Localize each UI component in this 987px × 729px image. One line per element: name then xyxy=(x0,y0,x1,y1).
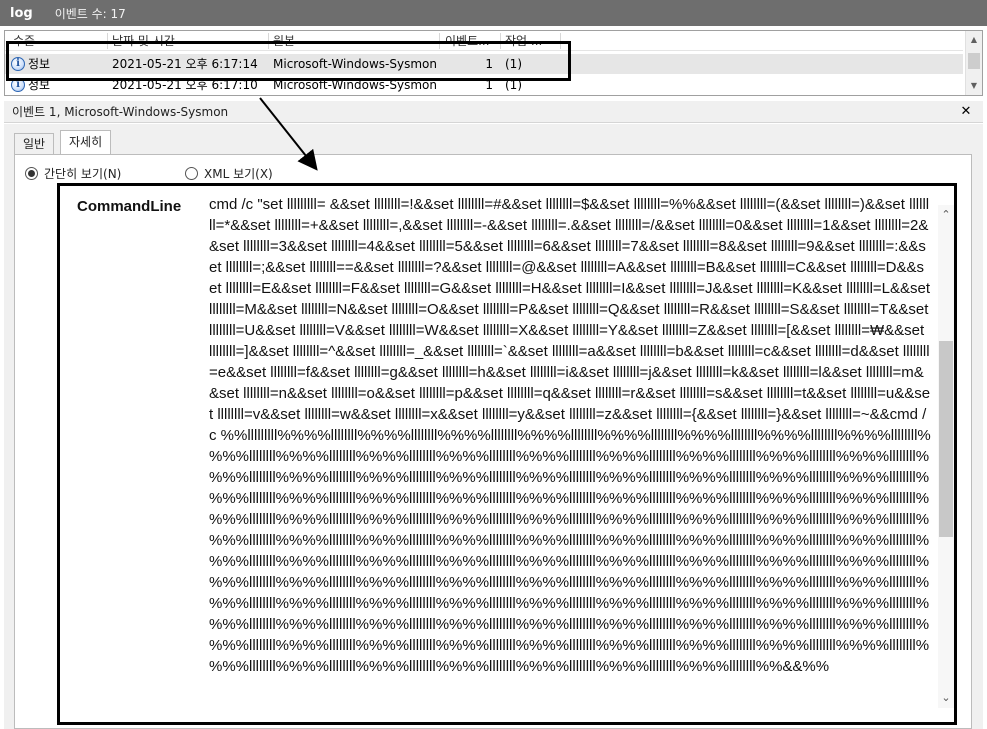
event-list-scrollbar[interactable]: ▲ ▼ xyxy=(965,31,982,95)
xml-view-label: XML 보기(X) xyxy=(204,167,273,181)
friendly-view-label: 간단히 보기(N) xyxy=(44,167,122,181)
annotation-box-commandline xyxy=(57,183,957,725)
xml-view-option[interactable]: XML 보기(X) xyxy=(185,165,273,182)
tab-details[interactable]: 자세히 xyxy=(60,130,112,155)
radio-checked-icon[interactable] xyxy=(25,167,38,180)
event-count: 이벤트 수: 17 xyxy=(54,6,126,21)
annotation-box-selected-event xyxy=(6,41,571,81)
scroll-down-icon[interactable]: ▼ xyxy=(966,79,982,93)
event-detail-title: 이벤트 1, Microsoft-Windows-Sysmon xyxy=(12,105,229,119)
event-detail-header: 이벤트 1, Microsoft-Windows-Sysmon ✕ xyxy=(4,101,983,123)
log-titlebar: log 이벤트 수: 17 xyxy=(0,0,987,26)
scroll-up-icon[interactable]: ▲ xyxy=(966,33,982,47)
tab-general[interactable]: 일반 xyxy=(14,133,55,155)
friendly-view-option[interactable]: 간단히 보기(N) xyxy=(25,165,121,182)
scrollbar-thumb[interactable] xyxy=(968,53,980,69)
log-name: log xyxy=(10,5,33,21)
close-icon[interactable]: ✕ xyxy=(959,101,973,123)
radio-unchecked-icon[interactable] xyxy=(185,167,198,180)
